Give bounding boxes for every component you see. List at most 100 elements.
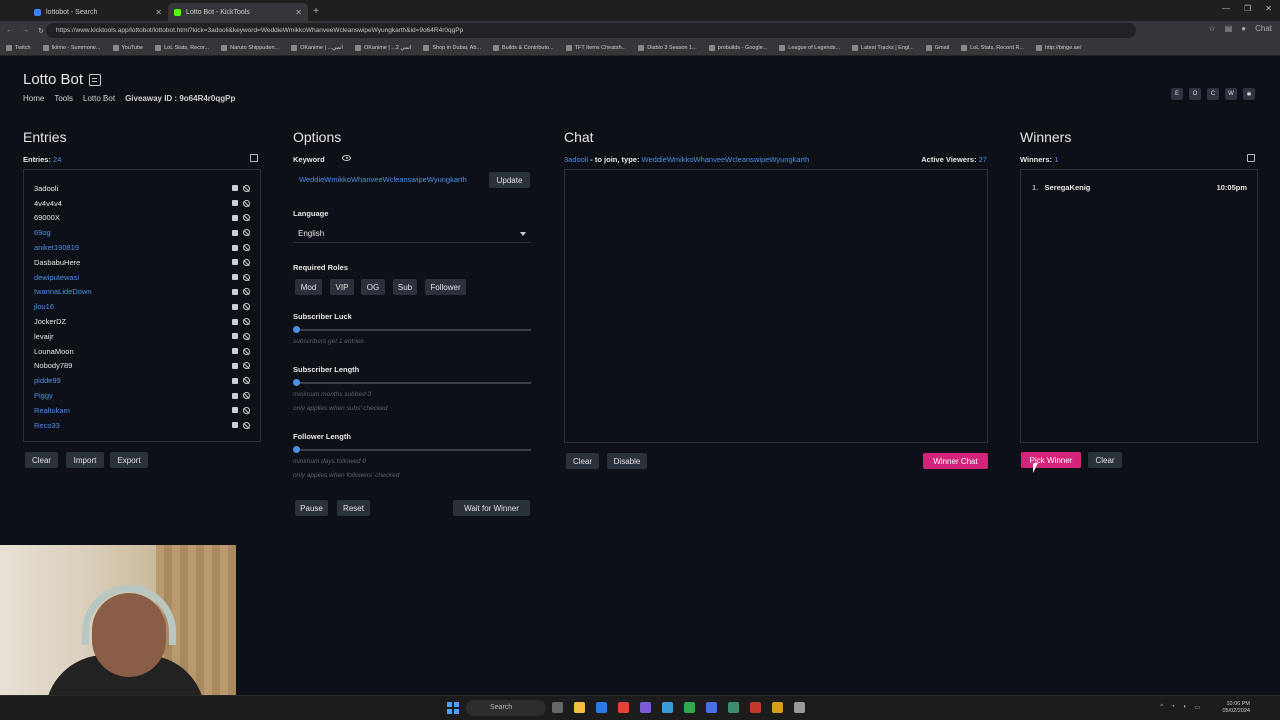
task-view-icon[interactable] <box>552 702 563 713</box>
top-button-w[interactable]: W <box>1225 88 1237 100</box>
bookmark-item[interactable]: Builds & Contributo... <box>492 44 554 51</box>
ban-icon[interactable] <box>243 288 250 296</box>
discord-icon[interactable] <box>706 702 717 713</box>
remove-entry-icon[interactable] <box>232 288 238 295</box>
remove-entry-icon[interactable] <box>232 318 238 325</box>
remove-entry-icon[interactable] <box>232 185 238 192</box>
close-tab-icon[interactable]: ✕ <box>295 8 302 17</box>
tab-search[interactable]: lottobot - Search ✕ <box>28 3 168 21</box>
entry-name[interactable]: pidde99 <box>34 376 61 385</box>
remove-entry-icon[interactable] <box>232 407 238 414</box>
update-button[interactable]: Update <box>489 172 530 188</box>
language-select[interactable]: English <box>293 225 531 243</box>
entry-name[interactable]: Piggy <box>34 391 53 400</box>
bookmark-item[interactable]: Gmail <box>925 44 949 51</box>
ban-icon[interactable] <box>243 214 250 222</box>
bookmark-item[interactable]: Diablo 3 Season 1... <box>638 44 697 51</box>
pause-button[interactable]: Pause <box>295 500 328 516</box>
close-window-icon[interactable]: ✕ <box>1265 4 1272 13</box>
remove-entry-icon[interactable] <box>232 348 238 355</box>
copy-winners-icon[interactable] <box>1247 154 1255 162</box>
tab-lotto-bot[interactable]: Lotto Bot - KickTools ✕ <box>168 3 308 21</box>
bookmark-item[interactable]: LoL Stats, Recor... <box>155 44 209 51</box>
sub-luck-slider[interactable] <box>293 326 531 333</box>
top-button-o[interactable]: O <box>1189 88 1201 100</box>
bookmark-item[interactable]: Latest Tracks | Engl... <box>851 44 914 51</box>
obs-icon[interactable] <box>794 702 805 713</box>
remove-entry-icon[interactable] <box>232 214 238 221</box>
bookmark-item[interactable]: League of Legends... <box>779 44 840 51</box>
bookmark-item[interactable]: Ikiimo - Summone... <box>42 44 101 51</box>
entry-name[interactable]: Nobody789 <box>34 361 72 370</box>
entries-clear-button[interactable]: Clear <box>25 452 58 468</box>
profile-icon[interactable]: ● <box>1241 24 1246 33</box>
top-button-c[interactable]: C <box>1207 88 1219 100</box>
slider-knob[interactable] <box>293 379 300 386</box>
ban-icon[interactable] <box>243 421 250 429</box>
app-icon[interactable] <box>662 702 673 713</box>
role-mod-button[interactable]: Mod <box>295 279 322 295</box>
chat-label[interactable]: Chat <box>1255 24 1272 33</box>
clock[interactable]: 10:06 PM 05/02/2024 <box>1222 701 1250 715</box>
bookmark-item[interactable]: YouTube <box>112 44 143 51</box>
star-icon[interactable]: ☆ <box>1209 24 1216 33</box>
keyword-input[interactable]: WeddieWmikkoWhanveeWcleanswipeWyungkarth <box>299 175 479 184</box>
channel-name[interactable]: 3adooli <box>564 155 588 164</box>
copy-entries-icon[interactable] <box>250 154 258 162</box>
role-vip-button[interactable]: VIP <box>330 279 354 295</box>
bookmark-item[interactable]: Shop in Dubai, Ab... <box>423 44 481 51</box>
winner-chat-button[interactable]: Winner Chat <box>923 453 988 469</box>
app-icon[interactable] <box>750 702 761 713</box>
breadcrumb-lotto-bot[interactable]: Lotto Bot <box>83 94 115 103</box>
new-tab-icon[interactable]: + <box>308 3 324 21</box>
wifi-icon[interactable]: ◔ <box>1171 704 1175 711</box>
follower-length-slider[interactable] <box>293 446 531 453</box>
remove-entry-icon[interactable] <box>232 392 238 399</box>
ban-icon[interactable] <box>243 303 250 311</box>
bookmark-item[interactable]: Twitch <box>6 44 31 51</box>
remove-entry-icon[interactable] <box>232 200 238 207</box>
remove-entry-icon[interactable] <box>232 229 238 236</box>
wait-for-winner-button[interactable]: Wait for Winner <box>453 500 530 516</box>
sub-length-slider[interactable] <box>293 379 531 386</box>
entry-name[interactable]: 69og <box>34 228 51 237</box>
ban-icon[interactable] <box>243 392 250 400</box>
tray-chevron-icon[interactable]: ^ <box>1160 704 1163 711</box>
remove-entry-icon[interactable] <box>232 362 238 369</box>
close-tab-icon[interactable]: ✕ <box>155 8 162 17</box>
bookmark-item[interactable]: http://binge.ae/ <box>1036 44 1081 51</box>
top-button-e[interactable]: E <box>1171 88 1183 100</box>
remove-entry-icon[interactable] <box>232 377 238 384</box>
bookmark-item[interactable]: probuilds - Google... <box>708 44 767 51</box>
entry-name[interactable]: LounaMoon <box>34 347 74 356</box>
app-icon[interactable] <box>640 702 651 713</box>
slider-knob[interactable] <box>293 326 300 333</box>
import-button[interactable]: Import <box>66 452 104 468</box>
winners-clear-button[interactable]: Clear <box>1088 452 1122 468</box>
entry-name[interactable]: IwannaLideDown <box>34 287 92 296</box>
entry-name[interactable]: 3adooli <box>34 184 58 193</box>
entry-name[interactable]: JockerDZ <box>34 317 66 326</box>
app-icon[interactable] <box>728 702 739 713</box>
entry-name[interactable]: Reco33 <box>34 421 60 430</box>
slider-knob[interactable] <box>293 446 300 453</box>
ban-icon[interactable] <box>243 377 250 385</box>
maximize-icon[interactable]: ❐ <box>1244 4 1251 13</box>
volume-icon[interactable]: ◖ <box>1183 704 1187 711</box>
url-field[interactable]: https://www.kicktools.app/lottobot/lotto… <box>46 23 1136 38</box>
export-button[interactable]: Export <box>110 452 148 468</box>
remove-entry-icon[interactable] <box>232 259 238 266</box>
bookmark-item[interactable]: OKanime | ...2 انمي <box>354 44 411 51</box>
entry-name[interactable]: 4v4v4v4 <box>34 199 62 208</box>
remove-entry-icon[interactable] <box>232 333 238 340</box>
ban-icon[interactable] <box>243 406 250 414</box>
entry-name[interactable]: Realtukam <box>34 406 70 415</box>
battery-icon[interactable]: ▭ <box>1194 704 1200 711</box>
app-icon[interactable] <box>772 702 783 713</box>
taskbar-search[interactable]: Search <box>466 700 546 716</box>
breadcrumb-home[interactable]: Home <box>23 94 44 103</box>
entry-name[interactable]: aniket190819 <box>34 243 79 252</box>
remove-entry-icon[interactable] <box>232 244 238 251</box>
ban-icon[interactable] <box>243 199 250 207</box>
ban-icon[interactable] <box>243 273 250 281</box>
